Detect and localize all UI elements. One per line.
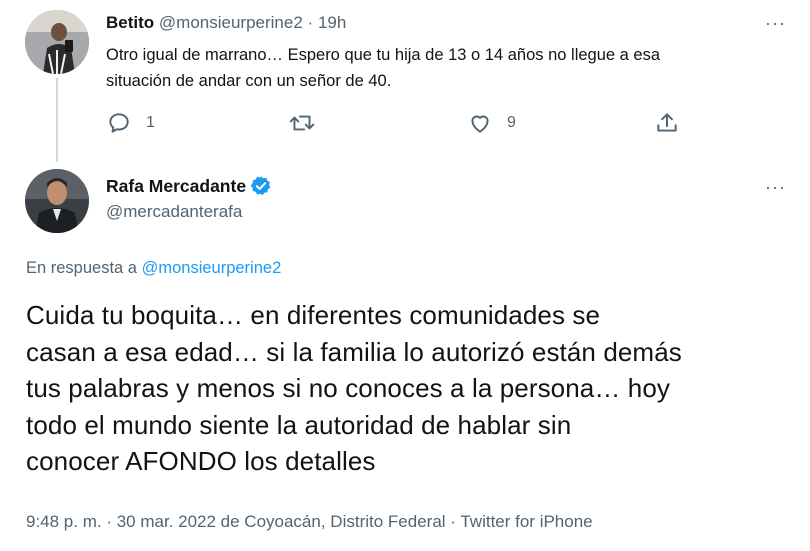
main-author-handle[interactable]: @mercadanterafa <box>106 200 272 224</box>
rafa-avatar-image <box>25 169 89 233</box>
reply-tweet-header: Betito @monsieurperine2 · 19h <box>106 12 346 34</box>
reply-text-line: situación de andar con un señor de 40. <box>106 72 392 90</box>
heart-icon <box>471 115 489 133</box>
share-button[interactable] <box>654 110 680 136</box>
tweet-text-line: conocer AFONDO los detalles <box>26 446 376 476</box>
reply-count: 1 <box>146 114 155 131</box>
tweet-text-line: casan a esa edad… si la familia lo autor… <box>26 336 682 367</box>
betito-avatar-image <box>25 10 89 74</box>
retweet-icon <box>289 115 315 131</box>
more-options-icon[interactable]: ··· <box>765 14 786 32</box>
main-author-block: Rafa Mercadante @mercadanterafa <box>106 174 272 224</box>
reply-button[interactable]: 1 <box>106 110 155 136</box>
more-options-icon[interactable]: ··· <box>765 178 786 196</box>
header-separator: · <box>307 13 314 32</box>
like-count: 9 <box>507 114 516 131</box>
reply-tweet-text: Otro igual de marrano… Espero que tu hij… <box>106 42 660 94</box>
main-tweet-text: Cuida tu boquita… en diferentes comunida… <box>26 297 682 480</box>
tweet-text-line: Cuida tu boquita… en diferentes comunida… <box>26 300 601 330</box>
in-reply-to: En respuesta a @monsieurperine2 <box>26 257 281 279</box>
tweet-metadata[interactable]: 9:48 p. m. · 30 mar. 2022 de Coyoacán, D… <box>26 510 593 534</box>
reply-author-name[interactable]: Betito <box>106 13 154 32</box>
in-reply-handle-link[interactable]: @monsieurperine2 <box>142 259 282 277</box>
main-author-name[interactable]: Rafa Mercadante <box>106 176 246 197</box>
reply-timestamp[interactable]: 19h <box>318 13 346 32</box>
rafa-avatar[interactable] <box>25 169 89 233</box>
retweet-button[interactable] <box>288 110 316 136</box>
tweet-text-line: todo el mundo siente la autoridad de hab… <box>26 409 572 440</box>
tweet-text-line: tus palabras y menos si no conoces a la … <box>26 373 671 403</box>
in-reply-prefix: En respuesta a <box>26 259 137 277</box>
reply-author-handle[interactable]: @monsieurperine2 <box>159 13 303 32</box>
comment-icon <box>109 113 129 133</box>
betito-avatar[interactable] <box>25 10 89 74</box>
thread-connector-line <box>56 78 58 162</box>
share-icon <box>657 113 677 132</box>
like-button[interactable]: 9 <box>467 110 516 136</box>
verified-badge-icon <box>250 176 271 195</box>
reply-text-line: Otro igual de marrano… Espero que tu hij… <box>106 46 661 64</box>
